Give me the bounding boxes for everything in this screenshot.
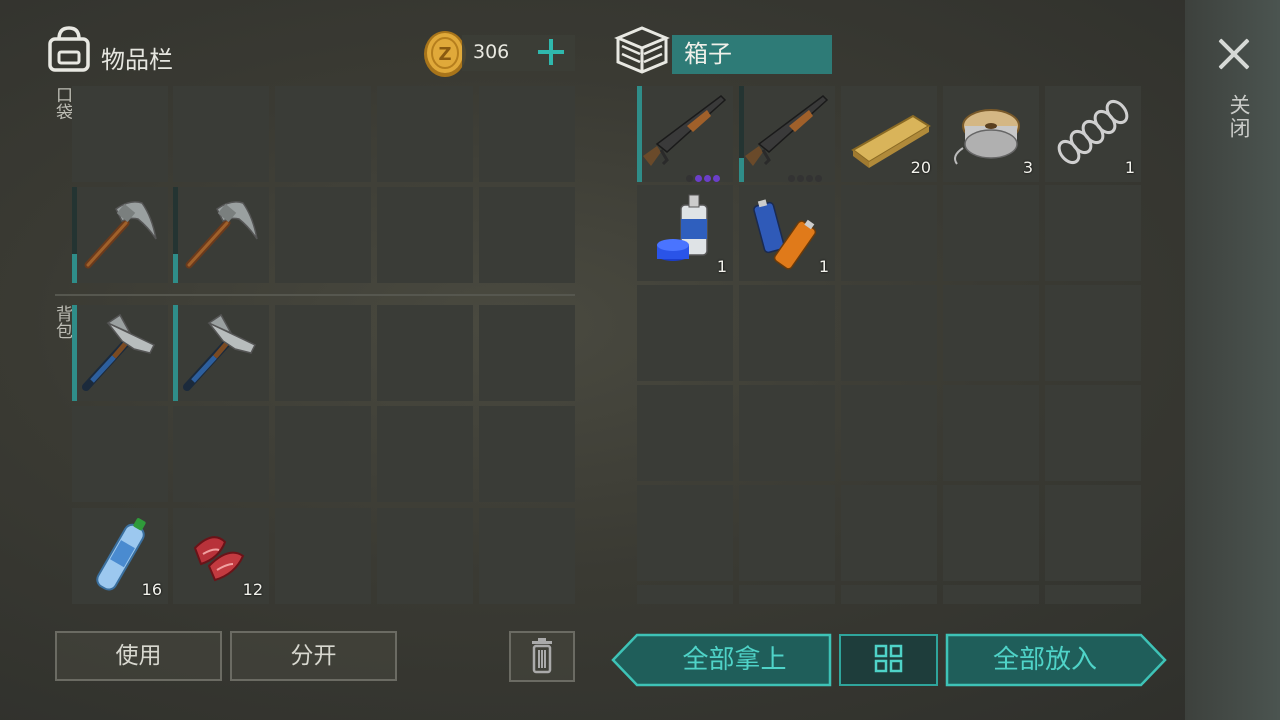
take-all-label: 全部拿上	[682, 645, 787, 675]
box-slot[interactable]: 1	[637, 185, 733, 281]
put-all-label: 全部放入	[992, 645, 1097, 675]
box-slot[interactable]	[637, 385, 733, 481]
use-button[interactable]: 使用	[55, 631, 222, 681]
box-slot[interactable]	[739, 585, 835, 604]
upgrade-dot	[797, 175, 804, 182]
put-all-button[interactable]: 全部放入	[945, 633, 1167, 687]
box-slot[interactable]	[637, 485, 733, 581]
box-slot[interactable]	[943, 485, 1039, 581]
upgrade-dot	[806, 175, 813, 182]
item-quantity: 1	[818, 257, 829, 276]
upgrade-dot	[686, 175, 693, 182]
box-slot[interactable]	[739, 385, 835, 481]
box-slot[interactable]	[841, 185, 937, 281]
box-slot[interactable]	[739, 86, 835, 182]
take-all-button[interactable]: 全部拿上	[611, 633, 832, 687]
upgrade-dot	[815, 175, 822, 182]
split-button[interactable]: 分开	[230, 631, 397, 681]
upgrade-dot	[713, 175, 720, 182]
box-slot[interactable]: 3	[943, 86, 1039, 182]
box-slot[interactable]	[739, 485, 835, 581]
box-slot[interactable]: 1	[739, 185, 835, 281]
trash-button[interactable]	[509, 631, 575, 682]
item-quantity: 1	[716, 257, 727, 276]
box-slot[interactable]	[841, 585, 937, 604]
box-slot[interactable]	[1045, 485, 1141, 581]
box-slot[interactable]	[943, 285, 1039, 381]
box-slot[interactable]	[637, 585, 733, 604]
box-slot[interactable]	[637, 86, 733, 182]
upgrade-dots	[788, 167, 824, 182]
upgrade-dot	[695, 175, 702, 182]
box-slot[interactable]	[841, 285, 937, 381]
item-quantity: 20	[910, 158, 931, 177]
sort-button[interactable]	[839, 634, 938, 686]
box-slot[interactable]	[943, 585, 1039, 604]
sort-icon	[874, 644, 903, 673]
box-slot[interactable]	[841, 485, 937, 581]
trash-icon	[532, 638, 552, 674]
box-slot[interactable]	[1045, 185, 1141, 281]
box-slot[interactable]	[943, 385, 1039, 481]
box-slot[interactable]	[739, 285, 835, 381]
box-slot[interactable]	[1045, 585, 1141, 604]
upgrade-dots	[686, 167, 722, 182]
box-slot[interactable]	[637, 285, 733, 381]
upgrade-dot	[788, 175, 795, 182]
item-quantity: 1	[1124, 158, 1135, 177]
box-slot[interactable]	[943, 185, 1039, 281]
box-slot[interactable]: 20	[841, 86, 937, 182]
item-quantity: 3	[1022, 158, 1033, 177]
box-slot[interactable]	[1045, 285, 1141, 381]
upgrade-dot	[704, 175, 711, 182]
box-slot[interactable]	[1045, 385, 1141, 481]
box-grid: 20 3 1 1 1	[0, 0, 1280, 604]
box-slot[interactable]	[841, 385, 937, 481]
box-slot[interactable]: 1	[1045, 86, 1141, 182]
